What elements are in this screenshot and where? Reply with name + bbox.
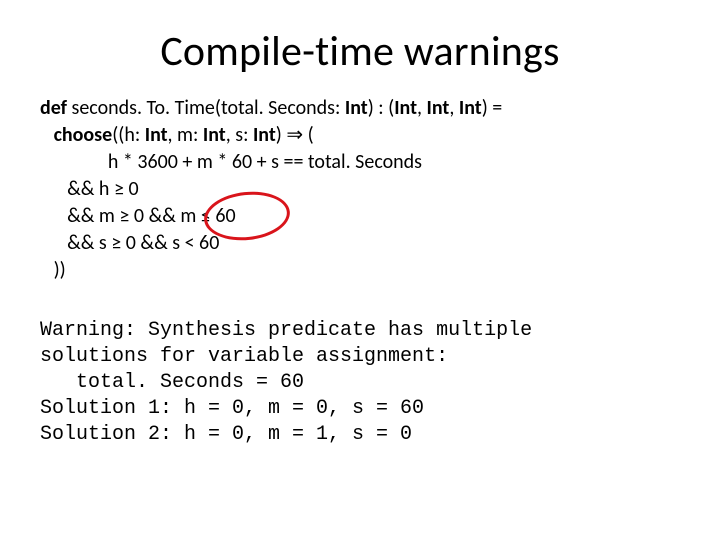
code-line: && m ≥ 0 && m ≤ 60 [40,204,236,228]
code-text: , [417,96,427,120]
code-line: && h ≥ 0 [40,177,139,201]
code-text: , s: [226,123,253,147]
warn-line: Solution 1: h = 0, m = 0, s = 60 [40,397,424,420]
warn-line: total. Seconds = 60 [40,371,304,394]
kw-int: Int [345,96,368,120]
warn-line: solutions for variable assignment: [40,345,448,368]
code-text: ) = [482,96,503,120]
code-line: )) [40,258,66,282]
code-text: ) : ( [368,96,395,120]
code-text: seconds. To. Time(total. Seconds: [67,96,345,120]
warn-line: Warning: Synthesis predicate has multipl… [40,319,532,342]
slide-title: Compile-time warnings [40,26,680,77]
kw-int: Int [394,96,417,120]
warn-line: Solution 2: h = 0, m = 1, s = 0 [40,423,412,446]
code-block: def seconds. To. Time(total. Seconds: In… [40,95,680,284]
code-line: h * 3600 + m * 60 + s == total. Seconds [40,150,422,174]
kw-def: def [40,96,67,120]
kw-int: Int [203,123,226,147]
kw-int: Int [253,123,276,147]
code-text: , m: [168,123,203,147]
slide: Compile-time warnings def seconds. To. T… [0,0,720,540]
kw-int: Int [145,123,168,147]
code-text: , [449,96,459,120]
kw-int: Int [427,96,450,120]
code-text: ) ⇒ ( [276,123,314,147]
kw-choose: choose [40,123,112,147]
code-line: && s ≥ 0 && s < 60 [40,231,219,255]
kw-int: Int [459,96,482,120]
code-text: ((h: [112,123,145,147]
warning-block: Warning: Synthesis predicate has multipl… [40,318,680,448]
